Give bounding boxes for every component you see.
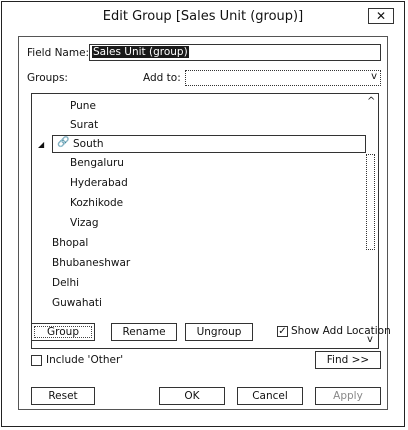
include-other-label: Include 'Other' <box>46 354 124 366</box>
group-link-icon: 🔗 <box>57 137 70 148</box>
ok-button[interactable]: OK <box>159 387 225 405</box>
ungroup-button-label: Ungroup <box>196 326 242 338</box>
tree-item-guwahati[interactable]: Guwahati <box>52 297 102 309</box>
rename-button-label: Rename <box>122 326 166 338</box>
field-name-value: Sales Unit (group) <box>92 46 189 58</box>
tree-item-hyderabad[interactable]: Hyderabad <box>70 177 128 189</box>
find-button[interactable]: Find >> <box>315 351 381 369</box>
tree-scrollbar[interactable]: ^ v <box>364 94 378 348</box>
close-button[interactable]: ✕ <box>368 8 394 24</box>
apply-button[interactable]: Apply <box>315 387 381 405</box>
find-button-label: Find >> <box>326 354 370 366</box>
tree-item-surat[interactable]: Surat <box>70 119 98 131</box>
ungroup-button[interactable]: Ungroup <box>185 323 253 341</box>
dialog-content: Field Name: Sales Unit (group) Groups: A… <box>18 36 391 410</box>
tree-item-bhubaneshwar[interactable]: Bhubaneshwar <box>52 257 130 269</box>
edit-group-dialog: Edit Group [Sales Unit (group)] ✕ Field … <box>1 1 405 427</box>
groups-tree[interactable]: Pune Surat ◢ 🔗 South Bengaluru Hyderabad… <box>31 93 379 349</box>
tree-item-south-row[interactable]: 🔗 South <box>52 135 366 153</box>
dialog-title: Edit Group [Sales Unit (group)] <box>102 9 304 24</box>
tree-item-vizag[interactable]: Vizag <box>70 217 98 229</box>
tree-item-kozhikode[interactable]: Kozhikode <box>70 197 123 209</box>
group-button[interactable]: Group <box>31 323 95 341</box>
apply-button-label: Apply <box>333 390 363 402</box>
cancel-button[interactable]: Cancel <box>237 387 303 405</box>
rename-button[interactable]: Rename <box>111 323 177 341</box>
expand-toggle-icon[interactable]: ◢ <box>38 140 44 149</box>
tree-item-bengaluru[interactable]: Bengaluru <box>70 157 124 169</box>
include-other-checkbox[interactable] <box>31 355 42 366</box>
reset-button-label: Reset <box>48 390 78 402</box>
show-add-location-checkbox[interactable]: ✓ <box>277 326 288 337</box>
cancel-button-label: Cancel <box>252 390 288 402</box>
close-icon: ✕ <box>375 9 387 23</box>
add-to-label: Add to: <box>143 72 181 84</box>
groups-label: Groups: <box>27 72 68 84</box>
ok-button-label: OK <box>184 390 200 402</box>
tree-item-south: South <box>73 138 104 150</box>
field-name-label: Field Name: <box>27 47 90 59</box>
chevron-down-icon: v <box>371 71 377 82</box>
check-icon: ✓ <box>278 326 287 337</box>
tree-item-pune[interactable]: Pune <box>70 100 96 112</box>
scroll-up-icon[interactable]: ^ <box>367 96 375 107</box>
scrollbar-thumb[interactable] <box>366 154 375 250</box>
reset-button[interactable]: Reset <box>31 387 95 405</box>
focus-ring <box>34 326 92 338</box>
add-to-dropdown[interactable]: v <box>185 70 381 86</box>
tree-item-bhopal[interactable]: Bhopal <box>52 237 88 249</box>
field-name-input[interactable]: Sales Unit (group) <box>89 44 381 61</box>
show-add-location-label: Show Add Location <box>291 325 391 337</box>
tree-item-delhi[interactable]: Delhi <box>52 277 79 289</box>
